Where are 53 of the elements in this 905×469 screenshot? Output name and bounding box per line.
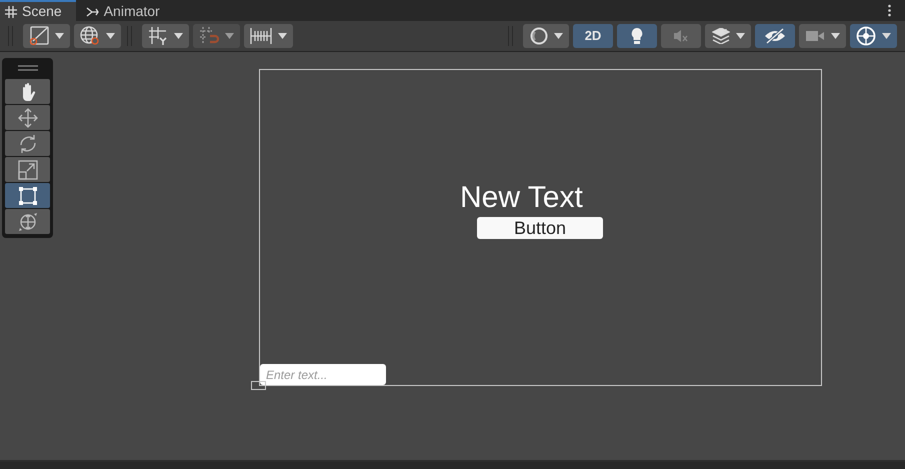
toolbar-button[interactable] — [142, 24, 189, 48]
draw-mode-icon — [29, 26, 49, 46]
grid-icon — [5, 6, 17, 18]
toolbar-button[interactable] — [705, 24, 751, 48]
branch-icon — [86, 6, 99, 18]
scale-icon — [18, 160, 38, 180]
transform-icon — [18, 212, 38, 232]
tool-button[interactable] — [5, 183, 50, 208]
more-icon[interactable] — [888, 4, 891, 17]
toolbar-button[interactable] — [74, 24, 121, 48]
toolbar-button[interactable] — [799, 24, 846, 48]
caret-icon — [106, 33, 115, 39]
tool-button[interactable] — [5, 79, 50, 104]
toolbar-button[interactable]: 2D — [573, 24, 613, 48]
camera-icon — [805, 29, 825, 43]
tool-button[interactable] — [5, 209, 50, 234]
toolbar-button[interactable] — [617, 24, 657, 48]
light-bulb-icon — [630, 27, 644, 45]
tab[interactable]: Scene — [0, 0, 76, 21]
caret-icon — [736, 33, 744, 39]
toolbar-button[interactable] — [23, 24, 70, 48]
toolbar-button[interactable] — [244, 24, 293, 48]
hidden-eye-icon — [764, 28, 786, 44]
grip-icon — [18, 64, 38, 72]
tool-button[interactable] — [5, 157, 50, 182]
caret-icon — [882, 33, 891, 39]
caret-icon — [831, 33, 840, 39]
text-label: New Text — [460, 183, 583, 213]
shading-icon — [530, 27, 548, 45]
rect-tool-icon — [18, 186, 38, 206]
layers-icon — [712, 28, 730, 44]
tool-button[interactable] — [5, 105, 50, 130]
toolbar-button[interactable] — [523, 24, 569, 48]
toolbar-button[interactable] — [850, 24, 897, 48]
magnet-icon — [199, 26, 219, 46]
caret-icon — [278, 33, 287, 39]
move-icon — [18, 108, 38, 128]
grid-snap-icon — [148, 26, 168, 46]
caret-icon — [55, 33, 64, 39]
ui-button[interactable]: Button — [477, 217, 603, 239]
increment-icon — [250, 27, 272, 45]
gizmo-icon — [856, 26, 876, 46]
tool-button[interactable] — [5, 131, 50, 156]
caret-icon — [554, 33, 562, 39]
globe-icon — [80, 26, 100, 46]
tab[interactable]: Animator — [76, 0, 174, 21]
rotate-icon — [18, 134, 38, 154]
toolbar-button[interactable] — [755, 24, 795, 48]
caret-icon — [174, 33, 183, 39]
input-field[interactable]: Enter text... — [260, 364, 386, 385]
caret-icon — [225, 33, 234, 39]
pivot-handle[interactable] — [251, 381, 266, 390]
muted-speaker-icon — [673, 29, 689, 43]
